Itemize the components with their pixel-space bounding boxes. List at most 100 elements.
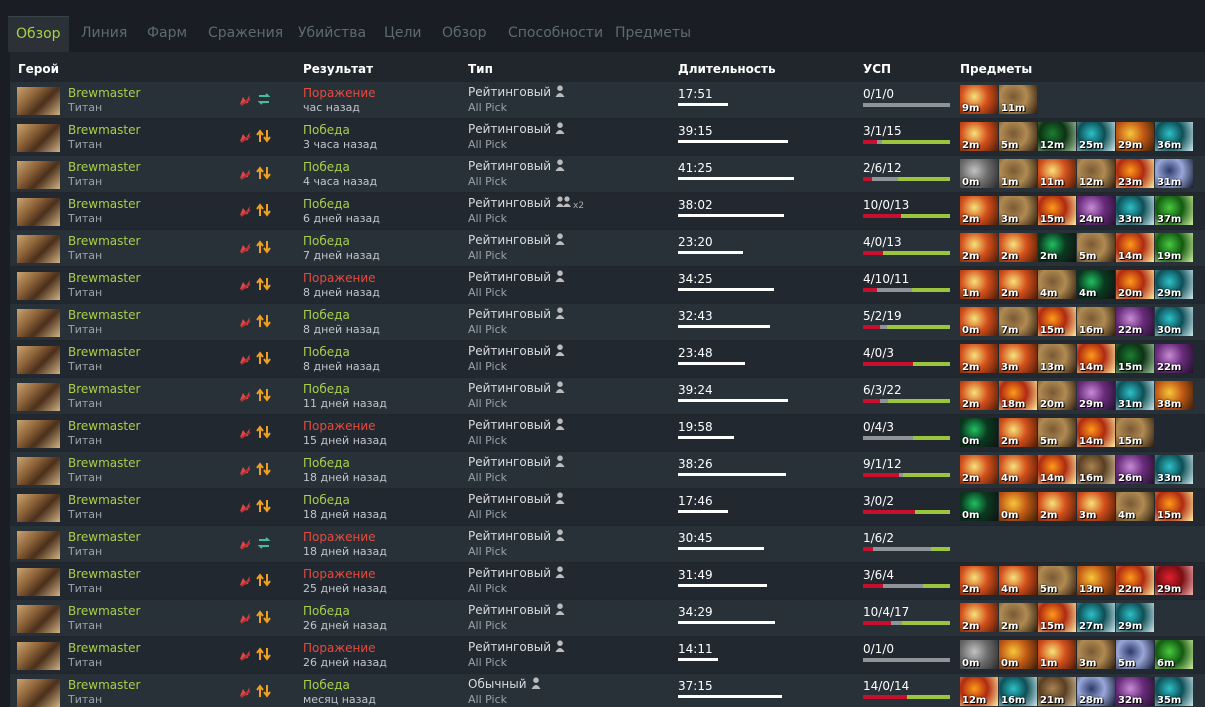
header-kda[interactable]: УСП bbox=[863, 62, 891, 76]
item-icon[interactable]: 29m bbox=[1116, 603, 1154, 632]
hero-name-link[interactable]: Brewmaster bbox=[68, 678, 140, 692]
item-icon[interactable]: 15m bbox=[1116, 344, 1154, 373]
item-icon[interactable]: 28m bbox=[1077, 677, 1115, 706]
item-icon[interactable]: 15m bbox=[1116, 418, 1154, 447]
item-icon[interactable]: 2m bbox=[960, 233, 998, 262]
tab-6[interactable]: Обзор bbox=[442, 16, 487, 52]
hero-name-link[interactable]: Brewmaster bbox=[68, 419, 140, 433]
tab-4[interactable]: Убийства bbox=[298, 16, 366, 52]
match-result[interactable]: Победа bbox=[303, 345, 350, 359]
table-row[interactable]: Brewmaster Титан Победа 4 часа назад Рейтинг… bbox=[10, 156, 1205, 192]
item-icon[interactable]: 2m bbox=[999, 270, 1037, 299]
item-icon[interactable]: 4m bbox=[1077, 270, 1115, 299]
item-icon[interactable]: 5m bbox=[1116, 640, 1154, 669]
item-icon[interactable]: 2m bbox=[1038, 233, 1076, 262]
hero-name-link[interactable]: Brewmaster bbox=[68, 641, 140, 655]
item-icon[interactable]: 5m bbox=[1038, 418, 1076, 447]
match-result[interactable]: Победа bbox=[303, 456, 350, 470]
item-icon[interactable]: 14m bbox=[1077, 418, 1115, 447]
item-icon[interactable]: 16m bbox=[1077, 455, 1115, 484]
match-result[interactable]: Поражение bbox=[303, 530, 376, 544]
hero-name-link[interactable]: Brewmaster bbox=[68, 271, 140, 285]
item-icon[interactable]: 22m bbox=[1116, 566, 1154, 595]
match-result[interactable]: Поражение bbox=[303, 567, 376, 581]
match-result[interactable]: Победа bbox=[303, 493, 350, 507]
hero-portrait[interactable] bbox=[17, 494, 60, 522]
hero-name-link[interactable]: Brewmaster bbox=[68, 530, 140, 544]
item-icon[interactable]: 16m bbox=[1077, 307, 1115, 336]
hero-portrait[interactable] bbox=[17, 568, 60, 596]
item-icon[interactable]: 15m bbox=[1038, 603, 1076, 632]
match-result[interactable]: Поражение bbox=[303, 419, 376, 433]
item-icon[interactable]: 12m bbox=[960, 677, 998, 706]
item-icon[interactable]: 2m bbox=[960, 381, 998, 410]
item-icon[interactable]: 2m bbox=[999, 418, 1037, 447]
hero-portrait[interactable] bbox=[17, 605, 60, 633]
table-row[interactable]: Brewmaster Титан Победа 3 часа назад Рейтинг… bbox=[10, 119, 1205, 155]
header-type[interactable]: Тип bbox=[468, 62, 493, 76]
match-result[interactable]: Победа bbox=[303, 308, 350, 322]
item-icon[interactable]: 3m bbox=[999, 344, 1037, 373]
item-icon[interactable]: 1m bbox=[960, 270, 998, 299]
table-row[interactable]: Brewmaster Титан Победа месяц назад Обычный A… bbox=[10, 674, 1205, 707]
hero-portrait[interactable] bbox=[17, 272, 60, 300]
table-row[interactable]: Brewmaster Титан Поражение 8 дней назад Рейт… bbox=[10, 267, 1205, 303]
hero-portrait[interactable] bbox=[17, 420, 60, 448]
hero-portrait[interactable] bbox=[17, 383, 60, 411]
item-icon[interactable]: 2m bbox=[1038, 492, 1076, 521]
tab-8[interactable]: Предметы bbox=[615, 16, 691, 52]
match-result[interactable]: Победа bbox=[303, 160, 350, 174]
item-icon[interactable]: 12m bbox=[1038, 122, 1076, 151]
header-hero[interactable]: Герой bbox=[18, 62, 59, 76]
match-result[interactable]: Победа bbox=[303, 604, 350, 618]
item-icon[interactable]: 4m bbox=[1116, 492, 1154, 521]
tab-5[interactable]: Цели bbox=[384, 16, 422, 52]
hero-name-link[interactable]: Brewmaster bbox=[68, 234, 140, 248]
hero-portrait[interactable] bbox=[17, 198, 60, 226]
item-icon[interactable]: 2m bbox=[960, 344, 998, 373]
hero-name-link[interactable]: Brewmaster bbox=[68, 308, 140, 322]
item-icon[interactable]: 20m bbox=[1116, 270, 1154, 299]
hero-portrait[interactable] bbox=[17, 161, 60, 189]
match-result[interactable]: Победа bbox=[303, 382, 350, 396]
item-icon[interactable]: 29m bbox=[1155, 270, 1193, 299]
header-duration[interactable]: Длительность bbox=[678, 62, 776, 76]
item-icon[interactable]: 16m bbox=[999, 677, 1037, 706]
item-icon[interactable]: 31m bbox=[1116, 381, 1154, 410]
item-icon[interactable]: 2m bbox=[960, 455, 998, 484]
item-icon[interactable]: 0m bbox=[999, 640, 1037, 669]
table-row[interactable]: Brewmaster Титан Победа 8 дней назад Рейтинг… bbox=[10, 341, 1205, 377]
item-icon[interactable]: 18m bbox=[999, 381, 1037, 410]
item-icon[interactable]: 2m bbox=[960, 196, 998, 225]
table-row[interactable]: Brewmaster Титан Поражение 26 дней назад Рей… bbox=[10, 637, 1205, 673]
hero-portrait[interactable] bbox=[17, 124, 60, 152]
item-icon[interactable]: 14m bbox=[1038, 455, 1076, 484]
item-icon[interactable]: 33m bbox=[1155, 455, 1193, 484]
item-icon[interactable]: 4m bbox=[999, 566, 1037, 595]
item-icon[interactable]: 23m bbox=[1116, 159, 1154, 188]
item-icon[interactable]: 12m bbox=[1077, 159, 1115, 188]
item-icon[interactable]: 13m bbox=[1038, 344, 1076, 373]
match-result[interactable]: Поражение bbox=[303, 86, 376, 100]
hero-portrait[interactable] bbox=[17, 679, 60, 707]
table-row[interactable]: Brewmaster Титан Поражение 18 дней назад Рей… bbox=[10, 526, 1205, 562]
item-icon[interactable]: 30m bbox=[1155, 307, 1193, 336]
hero-portrait[interactable] bbox=[17, 346, 60, 374]
item-icon[interactable]: 5m bbox=[999, 122, 1037, 151]
item-icon[interactable]: 14m bbox=[1077, 344, 1115, 373]
hero-name-link[interactable]: Brewmaster bbox=[68, 456, 140, 470]
table-row[interactable]: Brewmaster Титан Победа 7 дней назад Рейтинг… bbox=[10, 230, 1205, 266]
item-icon[interactable]: 0m bbox=[960, 492, 998, 521]
item-icon[interactable]: 24m bbox=[1077, 196, 1115, 225]
item-icon[interactable]: 5m bbox=[1038, 566, 1076, 595]
item-icon[interactable]: 29m bbox=[1155, 566, 1193, 595]
match-result[interactable]: Победа bbox=[303, 197, 350, 211]
item-icon[interactable]: 20m bbox=[1038, 381, 1076, 410]
hero-name-link[interactable]: Brewmaster bbox=[68, 604, 140, 618]
match-result[interactable]: Поражение bbox=[303, 641, 376, 655]
item-icon[interactable]: 38m bbox=[1155, 381, 1193, 410]
item-icon[interactable]: 14m bbox=[1116, 233, 1154, 262]
item-icon[interactable]: 11m bbox=[999, 85, 1037, 114]
item-icon[interactable]: 3m bbox=[1077, 640, 1115, 669]
match-result[interactable]: Победа bbox=[303, 678, 350, 692]
